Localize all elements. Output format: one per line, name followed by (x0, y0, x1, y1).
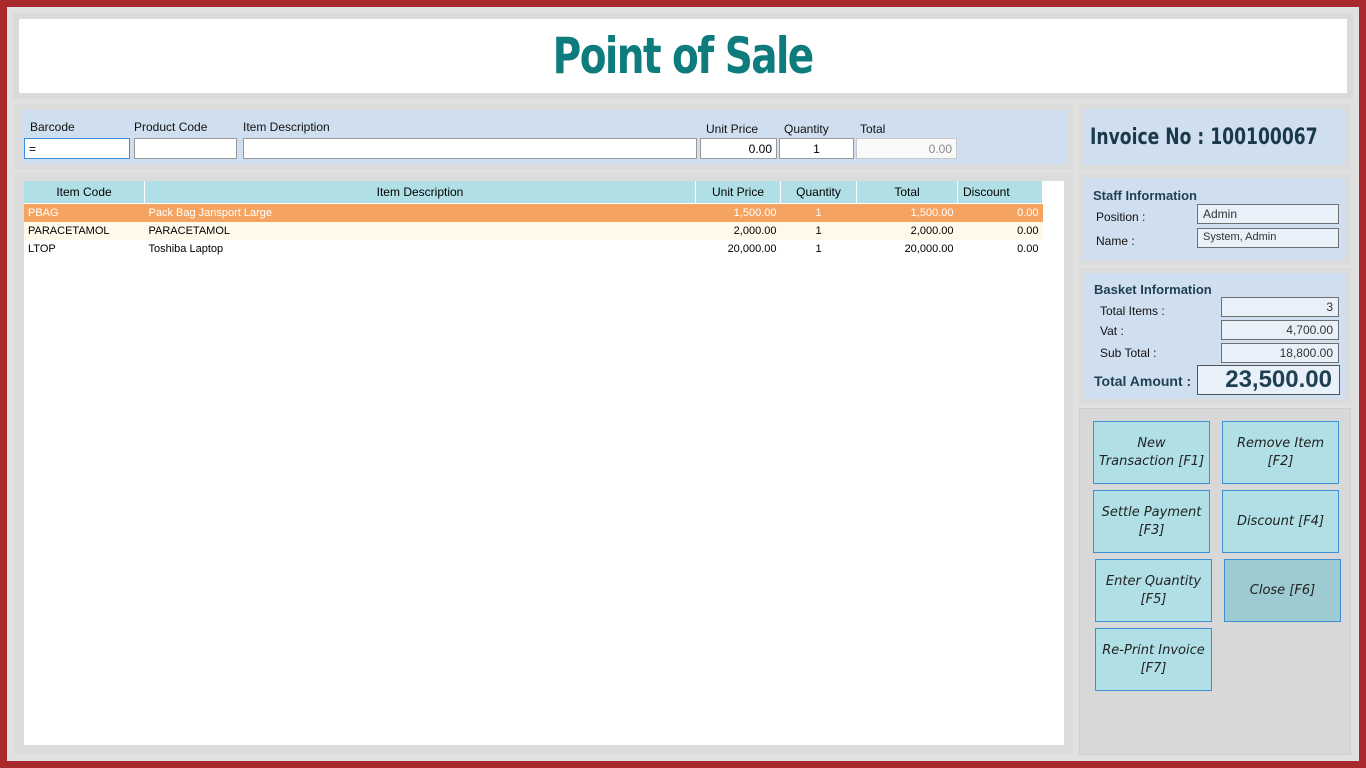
item-entry-panel: Barcode Product Code Item Description Un… (15, 104, 1073, 170)
staff-information-title: Staff Information (1093, 188, 1197, 203)
cell-unit-price: 1,500.00 (695, 203, 781, 222)
table-row[interactable]: LTOP Toshiba Laptop 20,000.00 1 20,000.0… (24, 240, 1043, 258)
reprint-invoice-label-line1: Re-Print Invoice (1102, 642, 1205, 658)
cell-item-code: PBAG (24, 203, 145, 222)
cell-item-description: PARACETAMOL (144, 222, 696, 240)
basket-information-title: Basket Information (1094, 282, 1212, 297)
settle-payment-button[interactable]: Settle Payment [F3] (1093, 490, 1210, 553)
settle-payment-label-line1: Settle Payment (1101, 504, 1202, 520)
column-header-unit-price[interactable]: Unit Price (695, 181, 781, 204)
total-items-label: Total Items : (1100, 304, 1165, 318)
reprint-invoice-button[interactable]: Re-Print Invoice [F7] (1095, 628, 1212, 691)
basket-information-panel: Basket Information Total Items : 3 Vat :… (1079, 268, 1351, 404)
position-field: Admin (1197, 204, 1339, 224)
header-banner: Point of Sale (19, 19, 1347, 93)
cell-quantity: 1 (780, 222, 857, 240)
name-label: Name : (1096, 234, 1135, 248)
unit-price-input[interactable] (700, 138, 777, 159)
column-header-item-description[interactable]: Item Description (144, 181, 696, 204)
item-description-label: Item Description (243, 120, 330, 134)
enter-quantity-label-line2: [F5] (1140, 591, 1167, 607)
enter-quantity-button[interactable]: Enter Quantity [F5] (1095, 559, 1212, 622)
column-header-total[interactable]: Total (856, 181, 958, 204)
barcode-label: Barcode (30, 120, 75, 134)
cell-quantity: 1 (780, 203, 857, 222)
cell-quantity: 1 (815, 243, 822, 255)
cell-unit-price: 2,000.00 (695, 222, 781, 240)
total-label: Total (860, 122, 886, 136)
total-input (856, 138, 957, 159)
discount-button[interactable]: Discount [F4] (1222, 490, 1339, 553)
position-label: Position : (1096, 210, 1146, 224)
close-label: Close [F6] (1249, 582, 1316, 598)
cell-item-description: Toshiba Laptop (148, 243, 224, 255)
remove-item-button[interactable]: Remove Item [F2] (1222, 421, 1339, 484)
invoice-number: Invoice No : 100100067 (1090, 124, 1318, 150)
cell-item-description: Pack Bag Jansport Large (144, 203, 696, 222)
invoice-panel: Invoice No : 100100067 (1079, 104, 1351, 170)
remove-item-label-line2: [F2] (1267, 453, 1294, 469)
total-amount-field: 23,500.00 (1197, 365, 1340, 395)
discount-label: Discount [F4] (1236, 513, 1325, 529)
vat-field: 4,700.00 (1221, 320, 1339, 340)
cell-item-code: LTOP (28, 243, 56, 255)
barcode-input[interactable] (24, 138, 130, 159)
quantity-label: Quantity (784, 122, 829, 136)
sub-total-field: 18,800.00 (1221, 343, 1339, 363)
remove-item-label-line1: Remove Item (1236, 435, 1325, 451)
cell-discount: 0.00 (1017, 243, 1039, 255)
sub-total-label: Sub Total : (1100, 346, 1157, 360)
column-header-quantity[interactable]: Quantity (780, 181, 857, 204)
new-transaction-label-line1: New (1137, 435, 1166, 451)
column-header-item-code[interactable]: Item Code (24, 181, 145, 204)
column-header-discount[interactable]: Discount (957, 181, 1043, 204)
cell-unit-price: 20,000.00 (727, 243, 777, 255)
cell-total: 20,000.00 (904, 243, 954, 255)
cell-item-code: PARACETAMOL (24, 222, 145, 240)
close-button[interactable]: Close [F6] (1224, 559, 1341, 622)
cell-discount: 0.00 (957, 222, 1043, 240)
name-field: System, Admin (1197, 228, 1339, 248)
unit-price-label: Unit Price (706, 122, 759, 136)
actions-panel: New Transaction [F1] Remove Item [F2] Sett… (1079, 408, 1351, 755)
items-grid[interactable]: Item Code Item Description Unit Price Qu… (24, 181, 1064, 745)
total-items-field: 3 (1221, 297, 1339, 317)
quantity-input[interactable] (779, 138, 854, 159)
reprint-invoice-label-line2: [F7] (1140, 660, 1167, 676)
total-amount-label: Total Amount : (1094, 373, 1192, 389)
vat-label: Vat : (1100, 324, 1124, 338)
settle-payment-label-line2: [F3] (1138, 522, 1165, 538)
product-code-label: Product Code (134, 120, 208, 134)
staff-information-panel: Staff Information Position : Admin Name … (1079, 173, 1351, 265)
page-title: Point of Sale (552, 27, 815, 85)
items-grid-panel: Item Code Item Description Unit Price Qu… (15, 172, 1073, 754)
cell-total: 2,000.00 (856, 222, 958, 240)
product-code-input[interactable] (134, 138, 237, 159)
grid-header-row: Item Code Item Description Unit Price Qu… (24, 181, 1043, 204)
new-transaction-button[interactable]: New Transaction [F1] (1093, 421, 1210, 484)
items-table: Item Code Item Description Unit Price Qu… (24, 181, 1043, 258)
item-description-input[interactable] (243, 138, 697, 159)
table-row[interactable]: PBAG Pack Bag Jansport Large 1,500.00 1 … (24, 203, 1043, 222)
cell-discount: 0.00 (957, 203, 1043, 222)
table-row[interactable]: PARACETAMOL PARACETAMOL 2,000.00 1 2,000… (24, 222, 1043, 240)
cell-total: 1,500.00 (856, 203, 958, 222)
header: Point of Sale (13, 13, 1353, 99)
new-transaction-label-line2: Transaction [F1] (1098, 453, 1205, 469)
enter-quantity-label-line1: Enter Quantity (1105, 573, 1202, 589)
